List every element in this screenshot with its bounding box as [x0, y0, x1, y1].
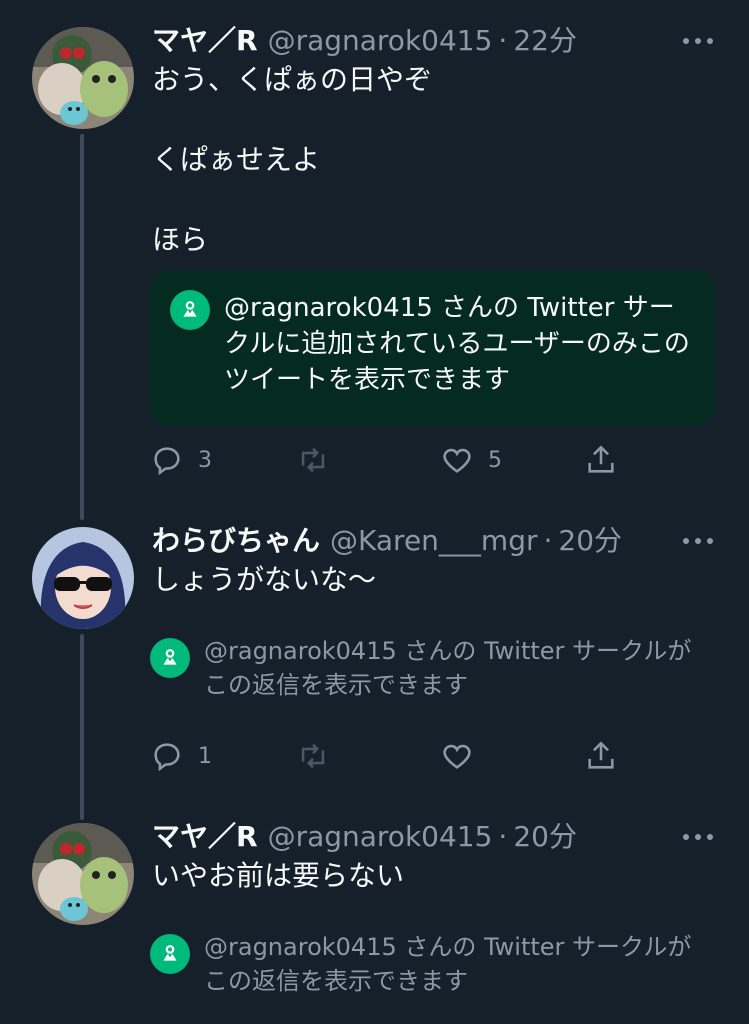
tweet-actions: 1	[150, 736, 630, 776]
timestamp[interactable]: 20分	[513, 817, 577, 857]
separator: ·	[498, 24, 508, 57]
like-count: 5	[488, 447, 502, 473]
avatar[interactable]	[32, 27, 134, 129]
user-handle[interactable]: @ragnarok0415	[268, 817, 493, 857]
circle-notice-text: @ragnarok0415 さんの Twitter サークルに追加されているユー…	[224, 293, 690, 395]
retweet-icon	[301, 447, 325, 473]
separator: ·	[543, 524, 553, 557]
share-button[interactable]	[584, 440, 618, 480]
circle-icon	[150, 934, 190, 974]
circle-notice-box: @ragnarok0415 さんの Twitter サークルに追加されているユー…	[150, 270, 715, 425]
avatar[interactable]	[32, 527, 134, 629]
tweet-text: いやお前は要らない	[152, 859, 405, 892]
tweet-header: マヤ／R @ragnarok0415 · 20分	[152, 817, 577, 857]
user-handle[interactable]: @Karen___mgr	[330, 521, 537, 561]
share-icon	[588, 741, 614, 769]
user-handle[interactable]: @ragnarok0415	[268, 21, 493, 61]
retweet-icon	[301, 743, 325, 769]
tweet-text: おう、くぱぁの日やぞ くぱぁせえよ ほら	[152, 63, 433, 256]
display-name[interactable]: マヤ／R	[152, 817, 258, 857]
share-icon	[588, 445, 614, 473]
retweet-button[interactable]	[296, 736, 330, 776]
avatar[interactable]	[32, 823, 134, 925]
circle-icon	[170, 290, 210, 330]
timestamp[interactable]: 22分	[513, 21, 577, 61]
timestamp[interactable]: 20分	[558, 521, 622, 561]
display-name[interactable]: マヤ／R	[152, 21, 258, 61]
separator: ·	[498, 820, 508, 853]
tweet-text: しょうがないな〜	[152, 563, 377, 596]
tweet[interactable]: マヤ／R @ragnarok0415 · 20分 いやお前は要らない @ragn…	[0, 796, 749, 1024]
tweet-header: マヤ／R @ragnarok0415 · 22分	[152, 21, 577, 61]
share-button[interactable]	[584, 736, 618, 776]
like-icon	[443, 744, 471, 769]
circle-notice-text: @ragnarok0415 さんの Twitter サークルがこの返信を表示でき…	[204, 637, 692, 699]
like-button[interactable]	[440, 736, 474, 776]
more-icon[interactable]	[683, 536, 713, 546]
reply-icon	[154, 743, 180, 772]
retweet-button[interactable]	[296, 440, 330, 480]
like-icon	[443, 448, 471, 473]
like-button[interactable]: 5	[440, 440, 502, 480]
tweet[interactable]: わらびちゃん @Karen___mgr · 20分 しょうがないな〜 @ragn…	[0, 500, 749, 800]
more-icon[interactable]	[683, 36, 713, 46]
reply-icon	[154, 447, 180, 476]
tweet-actions: 3 5	[150, 440, 630, 480]
display-name[interactable]: わらびちゃん	[152, 521, 320, 561]
circle-icon	[150, 638, 190, 678]
circle-notice-text: @ragnarok0415 さんの Twitter サークルがこの返信を表示でき…	[204, 933, 692, 995]
tweet[interactable]: マヤ／R @ragnarok0415 · 22分 おう、くぱぁの日やぞ くぱぁせ…	[0, 0, 749, 500]
more-icon[interactable]	[683, 832, 713, 842]
reply-button[interactable]: 1	[150, 736, 212, 776]
reply-count: 3	[198, 447, 212, 473]
reply-count: 1	[198, 743, 212, 769]
reply-button[interactable]: 3	[150, 440, 212, 480]
tweet-header: わらびちゃん @Karen___mgr · 20分	[152, 521, 622, 561]
